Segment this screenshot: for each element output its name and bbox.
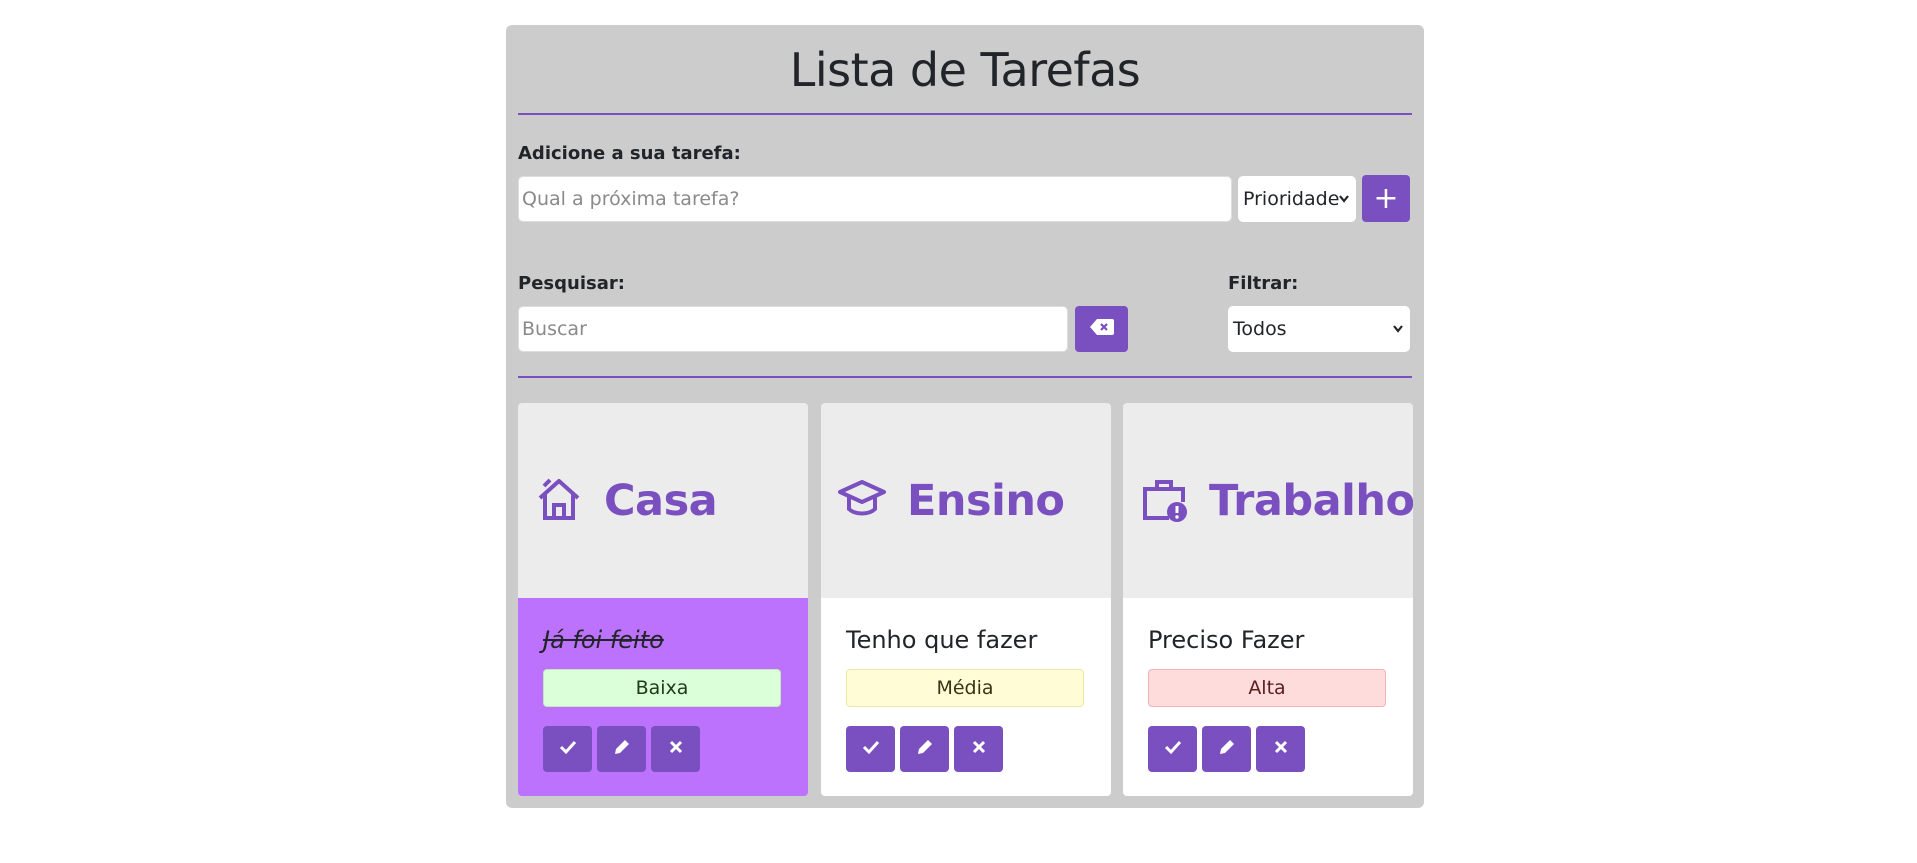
complete-task-button[interactable] <box>543 726 592 772</box>
delete-task-button[interactable] <box>954 726 1003 772</box>
add-task-button[interactable]: + <box>1362 175 1410 222</box>
task-actions <box>846 726 1003 772</box>
pencil-icon <box>612 737 632 761</box>
graduation-cap-icon <box>837 474 907 528</box>
briefcase-alert-icon <box>1139 474 1209 528</box>
column-trabalho: Trabalho Preciso Fazer Alta <box>1123 403 1413 796</box>
task-actions <box>1148 726 1305 772</box>
filter-select[interactable]: Todos <box>1228 306 1410 352</box>
complete-task-button[interactable] <box>846 726 895 772</box>
pencil-icon <box>1217 737 1237 761</box>
chevron-down-icon <box>1392 306 1404 372</box>
backspace-icon <box>1089 319 1114 339</box>
check-icon <box>861 737 881 761</box>
task-card: Tenho que fazer Média <box>821 598 1111 796</box>
column-header: Ensino <box>821 403 1111 598</box>
search-input[interactable]: Buscar <box>518 306 1068 352</box>
column-header: Trabalho <box>1123 403 1413 598</box>
task-card: Preciso Fazer Alta <box>1123 598 1413 796</box>
close-icon <box>969 737 989 761</box>
plus-icon: + <box>1373 181 1399 216</box>
task-card: Já foi feito Baixa <box>518 598 808 796</box>
priority-select[interactable]: Prioridade <box>1238 176 1356 222</box>
search-label: Pesquisar: <box>518 273 625 294</box>
filter-select-value: Todos <box>1233 318 1287 340</box>
edit-task-button[interactable] <box>900 726 949 772</box>
task-text: Já foi feito <box>543 626 664 654</box>
column-title: Ensino <box>907 475 1065 526</box>
delete-task-button[interactable] <box>1256 726 1305 772</box>
edit-task-button[interactable] <box>597 726 646 772</box>
priority-badge: Baixa <box>543 669 781 707</box>
priority-badge: Média <box>846 669 1084 707</box>
task-text: Preciso Fazer <box>1148 626 1305 654</box>
delete-task-button[interactable] <box>651 726 700 772</box>
check-icon <box>1163 737 1183 761</box>
priority-badge: Alta <box>1148 669 1386 707</box>
add-task-input[interactable]: Qual a próxima tarefa? <box>518 176 1232 222</box>
add-task-label: Adicione a sua tarefa: <box>518 143 741 164</box>
task-text: Tenho que fazer <box>846 626 1038 654</box>
column-title: Casa <box>604 475 718 526</box>
divider <box>518 376 1412 378</box>
home-icon <box>534 474 604 528</box>
column-header: Casa <box>518 403 808 598</box>
clear-search-button[interactable] <box>1075 306 1128 352</box>
complete-task-button[interactable] <box>1148 726 1197 772</box>
close-icon <box>1271 737 1291 761</box>
check-icon <box>558 737 578 761</box>
column-casa: Casa Já foi feito Baixa <box>518 403 808 796</box>
priority-select-value: Prioridade <box>1243 188 1340 210</box>
task-actions <box>543 726 700 772</box>
column-ensino: Ensino Tenho que fazer Média <box>821 403 1111 796</box>
filter-label: Filtrar: <box>1228 273 1299 294</box>
todo-app: Lista de Tarefas Adicione a sua tarefa: … <box>506 25 1424 808</box>
chevron-down-icon <box>1338 176 1350 242</box>
page-title: Lista de Tarefas <box>518 25 1412 115</box>
column-title: Trabalho <box>1209 475 1413 526</box>
close-icon <box>666 737 686 761</box>
edit-task-button[interactable] <box>1202 726 1251 772</box>
pencil-icon <box>915 737 935 761</box>
